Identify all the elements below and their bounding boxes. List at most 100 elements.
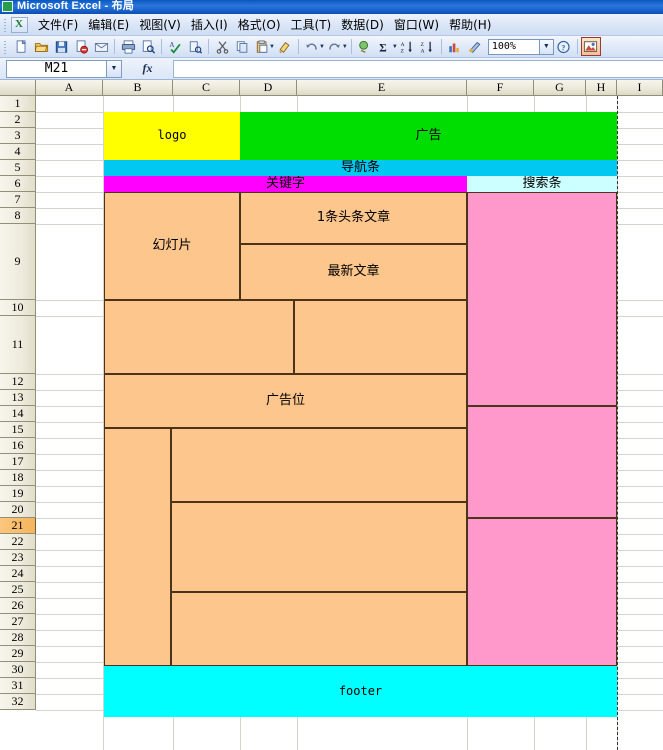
latest-block[interactable]: 最新文章 — [240, 244, 467, 300]
print-icon[interactable] — [118, 37, 138, 56]
row-header-18[interactable]: 18 — [0, 470, 36, 486]
row-header-11[interactable]: 11 — [0, 316, 36, 374]
row-header-5[interactable]: 5 — [0, 160, 36, 176]
toolbar-drag-handle[interactable] — [2, 38, 10, 55]
ad-banner-block[interactable]: 广告 — [240, 112, 617, 160]
column-header-b[interactable]: B — [103, 80, 173, 96]
column-header-a[interactable]: A — [36, 80, 103, 96]
column-header-d[interactable]: D — [240, 80, 297, 96]
row-header-16[interactable]: 16 — [0, 438, 36, 454]
menu-data[interactable]: 数据(D) — [336, 14, 389, 35]
row-header-14[interactable]: 14 — [0, 406, 36, 422]
menu-view[interactable]: 视图(V) — [134, 14, 186, 35]
zoom-dropdown-arrow[interactable]: ▼ — [539, 38, 554, 55]
column-header-g[interactable]: G — [534, 80, 586, 96]
name-box[interactable]: M21 — [6, 59, 107, 78]
headline-block[interactable]: 1条头条文章 — [240, 192, 467, 244]
name-box-dropdown-arrow[interactable]: ▼ — [107, 59, 122, 78]
permission-icon[interactable] — [71, 37, 91, 56]
hyperlink-icon[interactable] — [355, 37, 375, 56]
spelling-check-icon[interactable]: A — [165, 37, 185, 56]
formula-input[interactable] — [173, 59, 663, 78]
format-painter-icon[interactable] — [275, 37, 295, 56]
row-header-4[interactable]: 4 — [0, 144, 36, 160]
paste-icon[interactable] — [252, 37, 272, 56]
ad-slot-block[interactable]: 广告位 — [104, 374, 467, 428]
column-header-i[interactable]: I — [617, 80, 663, 96]
row-header-17[interactable]: 17 — [0, 454, 36, 470]
save-icon[interactable] — [51, 37, 71, 56]
row-header-20[interactable]: 20 — [0, 502, 36, 518]
menu-file[interactable]: 文件(F) — [33, 14, 83, 35]
article-list-3[interactable] — [171, 592, 467, 666]
column-header-f[interactable]: F — [467, 80, 534, 96]
row-header-31[interactable]: 31 — [0, 678, 36, 694]
article-list-1[interactable] — [171, 428, 467, 502]
content-left-block[interactable] — [104, 300, 294, 374]
menu-edit[interactable]: 编辑(E) — [83, 14, 134, 35]
autosum-sigma-icon[interactable]: Σ — [375, 37, 395, 56]
row-header-1[interactable]: 1 — [0, 96, 36, 112]
picture-icon[interactable] — [580, 37, 601, 56]
row-header-15[interactable]: 15 — [0, 422, 36, 438]
search-bar-block[interactable]: 搜索条 — [467, 176, 617, 192]
row-header-26[interactable]: 26 — [0, 598, 36, 614]
insert-function-icon[interactable]: fx — [122, 59, 173, 79]
nav-bar-block[interactable]: 导航条 — [104, 160, 617, 176]
sort-descending-icon[interactable]: ZA — [418, 37, 438, 56]
redo-icon[interactable] — [325, 37, 345, 56]
zoom-level-input[interactable]: 100% — [487, 38, 540, 55]
footer-block[interactable]: footer — [104, 666, 617, 717]
row-header-12[interactable]: 12 — [0, 374, 36, 390]
sidebar-block-3[interactable] — [467, 518, 617, 666]
help-question-icon[interactable]: ? — [554, 37, 574, 56]
email-icon[interactable] — [91, 37, 111, 56]
menu-drag-handle[interactable] — [2, 16, 10, 33]
chart-wizard-icon[interactable] — [445, 37, 465, 56]
row-header-3[interactable]: 3 — [0, 128, 36, 144]
row-header-29[interactable]: 29 — [0, 646, 36, 662]
article-list-2[interactable] — [171, 502, 467, 592]
column-header-e[interactable]: E — [297, 80, 467, 96]
sort-ascending-icon[interactable]: AZ — [398, 37, 418, 56]
cut-scissors-icon[interactable] — [212, 37, 232, 56]
side-column-block[interactable] — [104, 428, 171, 666]
row-header-30[interactable]: 30 — [0, 662, 36, 678]
column-header-c[interactable]: C — [173, 80, 240, 96]
menu-window[interactable]: 窗口(W) — [389, 14, 444, 35]
row-header-19[interactable]: 19 — [0, 486, 36, 502]
row-header-25[interactable]: 25 — [0, 582, 36, 598]
row-header-32[interactable]: 32 — [0, 694, 36, 710]
new-document-icon[interactable] — [11, 37, 31, 56]
drawing-icon[interactable] — [465, 37, 485, 56]
row-header-7[interactable]: 7 — [0, 192, 36, 208]
row-header-21[interactable]: 21 — [0, 518, 36, 534]
row-header-27[interactable]: 27 — [0, 614, 36, 630]
sidebar-block-1[interactable] — [467, 192, 617, 406]
print-preview-icon[interactable] — [138, 37, 158, 56]
cell-area[interactable]: logo 广告 导航条 关键字 搜索条幻灯片 1条头条文章 最新文章广告位 footer — [36, 96, 663, 750]
menu-help[interactable]: 帮助(H) — [444, 14, 496, 35]
content-right-block[interactable] — [294, 300, 467, 374]
row-header-23[interactable]: 23 — [0, 550, 36, 566]
row-header-24[interactable]: 24 — [0, 566, 36, 582]
row-header-8[interactable]: 8 — [0, 208, 36, 224]
menu-insert[interactable]: 插入(I) — [186, 14, 233, 35]
row-header-6[interactable]: 6 — [0, 176, 36, 192]
menu-format[interactable]: 格式(O) — [233, 14, 286, 35]
column-header-h[interactable]: H — [586, 80, 617, 96]
open-folder-icon[interactable] — [31, 37, 51, 56]
row-header-28[interactable]: 28 — [0, 630, 36, 646]
undo-icon[interactable] — [302, 37, 322, 56]
copy-icon[interactable] — [232, 37, 252, 56]
menu-tools[interactable]: 工具(T) — [286, 14, 337, 35]
row-header-2[interactable]: 2 — [0, 112, 36, 128]
row-header-9[interactable]: 9 — [0, 224, 36, 300]
row-header-10[interactable]: 10 — [0, 300, 36, 316]
sidebar-block-2[interactable] — [467, 406, 617, 518]
row-header-13[interactable]: 13 — [0, 390, 36, 406]
row-header-22[interactable]: 22 — [0, 534, 36, 550]
slideshow-block[interactable]: 幻灯片 — [104, 192, 240, 300]
logo-block[interactable]: logo — [104, 112, 240, 160]
keywords-block[interactable]: 关键字 — [104, 176, 467, 192]
